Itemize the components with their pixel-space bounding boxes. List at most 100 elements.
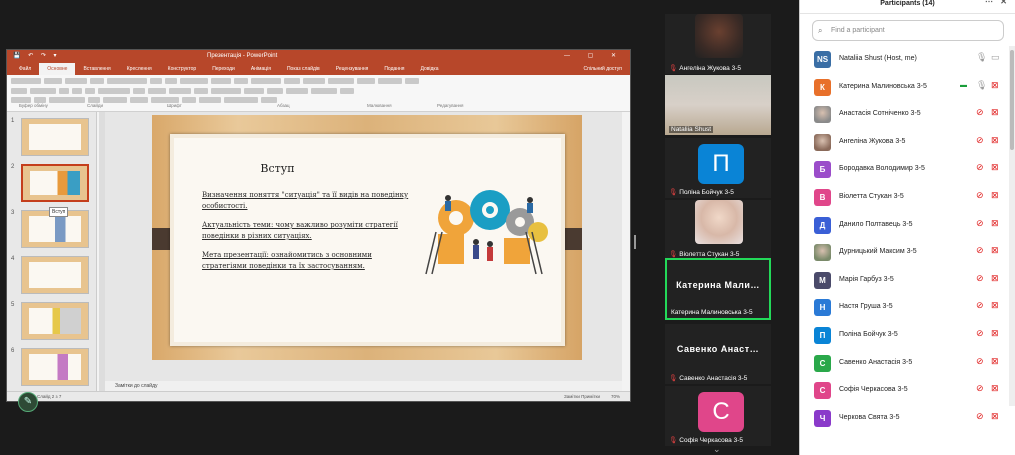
avatar: С <box>814 382 831 400</box>
notes-pane[interactable]: Замітки до слайду <box>105 381 622 391</box>
mic-muted-icon: 🎙 <box>669 251 678 258</box>
quick-access-toolbar[interactable]: 💾 ↶ ↷ ▾ <box>13 50 60 63</box>
mic-muted-icon[interactable]: ⊘ <box>976 411 984 422</box>
mic-muted-icon[interactable]: ⊘ <box>976 356 984 367</box>
mic-icon[interactable]: 🎙 <box>976 52 987 63</box>
more-icon[interactable]: ⋯ <box>985 0 993 6</box>
split-view-drag-handle[interactable] <box>634 235 636 249</box>
participant-row[interactable]: С Софія Черкасова 3-5 ⊘ ⊠ <box>800 377 1008 405</box>
window-controls[interactable]: — ▢ ✕ <box>564 50 624 63</box>
participant-row[interactable]: С Савенко Анастасія 3-5 ⊘ ⊠ <box>800 350 1008 378</box>
participant-name: Данило Полтавець 3-5 <box>839 220 913 228</box>
slide-content-card[interactable]: Вступ Визначення поняття "ситуація" та ї… <box>170 134 565 346</box>
participant-row[interactable]: Б Бородавка Володимир 3-5 ⊘ ⊠ <box>800 156 1008 184</box>
slide-title[interactable]: Вступ <box>174 162 381 175</box>
mic-muted-icon[interactable]: ⊘ <box>976 135 984 146</box>
mic-muted-icon[interactable]: ⊘ <box>976 107 984 118</box>
camera-off-icon[interactable]: ⊠ <box>991 328 999 339</box>
tab-home[interactable]: Основне <box>39 63 76 75</box>
thumbnail-slide-2[interactable]: 2 <box>9 164 95 204</box>
mic-muted-icon[interactable]: ⊘ <box>976 273 984 284</box>
slide-thumbnails-pane[interactable]: 1 2 3 4 5 6 Вступ <box>7 112 97 391</box>
camera-off-icon[interactable]: ⊠ <box>991 245 999 256</box>
participant-row[interactable]: Д Данило Полтавець 3-5 ⊘ ⊠ <box>800 212 1008 240</box>
participant-row[interactable]: К Катерина Малиновська 3-5 ▬ 🎙 ⊠ <box>800 74 1008 102</box>
participant-row[interactable]: Анастасія Сотніченко 3-5 ⊘ ⊠ <box>800 101 1008 129</box>
camera-off-icon[interactable]: ⊠ <box>991 135 999 146</box>
participant-row[interactable]: Ч Черкова Свята 3-5 ⊘ ⊠ <box>800 405 1008 433</box>
mic-muted-icon[interactable]: ⊘ <box>976 300 984 311</box>
tab-animations[interactable]: Анімація <box>243 63 279 75</box>
participant-search-input[interactable]: ⌕ Find a participant <box>812 20 1004 41</box>
mic-muted-icon[interactable]: ⊘ <box>976 245 984 256</box>
participants-scrollbar[interactable] <box>1009 46 1015 406</box>
camera-off-icon[interactable]: ⊠ <box>991 107 999 118</box>
tab-slideshow[interactable]: Показ слайдів <box>279 63 328 75</box>
video-tile[interactable]: Nataliia Shust <box>665 75 771 135</box>
participant-row[interactable]: В Віолетта Стукан 3-5 ⊘ ⊠ <box>800 184 1008 212</box>
zoom-level[interactable]: 70% <box>611 394 620 399</box>
camera-icon[interactable]: ▭ <box>991 52 1000 63</box>
participant-row[interactable]: Н Настя Груша 3-5 ⊘ ⊠ <box>800 294 1008 322</box>
camera-off-icon[interactable]: ⊠ <box>991 190 999 201</box>
thumbnail-slide-6[interactable]: 6 <box>9 348 95 388</box>
video-tile[interactable]: С 🎙 Софія Черкасова 3-5 <box>665 386 771 446</box>
camera-off-icon[interactable]: ⊠ <box>991 80 999 91</box>
camera-off-icon[interactable]: ⊠ <box>991 218 999 229</box>
camera-off-icon[interactable]: ⊠ <box>991 273 999 284</box>
tab-file[interactable]: Файл <box>11 63 39 75</box>
powerpoint-window: 💾 ↶ ↷ ▾ Презентація - PowerPoint — ▢ ✕ Ф… <box>6 49 631 402</box>
mic-muted-icon[interactable]: ⊘ <box>976 328 984 339</box>
mic-muted-icon[interactable]: ⊘ <box>976 190 984 201</box>
camera-off-icon[interactable]: ⊠ <box>991 383 999 394</box>
participant-row[interactable]: Дурницький Максим 3-5 ⊘ ⊠ <box>800 239 1008 267</box>
avatar <box>814 244 831 262</box>
mic-muted-icon: 🎙 <box>669 189 678 196</box>
slide-body-text[interactable]: Визначення поняття "ситуація" та її виді… <box>202 190 412 280</box>
participant-name: Анастасія Сотніченко 3-5 <box>839 110 921 118</box>
mic-muted-icon[interactable]: ⊘ <box>976 218 984 229</box>
participant-row[interactable]: NS Nataliia Shust (Host, me) 🎙 ▭ <box>800 46 1008 74</box>
tab-draw[interactable]: Креслення <box>119 63 160 75</box>
video-tile[interactable]: Савенко Анаст… 🎙 Савенко Анастасія 3-5 <box>665 324 771 384</box>
mic-muted-icon[interactable]: ⊘ <box>976 162 984 173</box>
ribbon-row-1[interactable] <box>11 78 626 86</box>
camera-off-icon[interactable]: ⊠ <box>991 356 999 367</box>
ppt-document-title: Презентація - PowerPoint <box>207 53 278 59</box>
tab-help[interactable]: Довідка <box>413 63 447 75</box>
thumbnail-slide-1[interactable]: 1 <box>9 118 95 158</box>
status-notes-comments[interactable]: Замітки Примітки <box>564 394 600 399</box>
thumbnail-slide-4[interactable]: 4 <box>9 256 95 296</box>
annotate-pen-icon[interactable]: ✎ <box>18 392 38 412</box>
participant-row[interactable]: М Марія Гарбуз 3-5 ⊘ ⊠ <box>800 267 1008 295</box>
close-icon[interactable]: ✕ <box>1000 0 1007 6</box>
chevron-down-icon[interactable]: ⌄ <box>713 444 721 454</box>
share-button[interactable]: Спільний доступ <box>576 63 630 75</box>
mic-muted-icon: 🎙 <box>669 437 678 444</box>
camera-off-icon[interactable]: ⊠ <box>991 300 999 311</box>
tab-design[interactable]: Конструктор <box>160 63 205 75</box>
thumbnail-slide-5[interactable]: 5 <box>9 302 95 342</box>
tab-view[interactable]: Подання <box>376 63 412 75</box>
teamwork-gears-illustration[interactable] <box>418 188 551 276</box>
active-speaker-tile[interactable]: Катерина Мали… Катерина Малиновська 3-5 <box>665 258 771 320</box>
camera-off-icon[interactable]: ⊠ <box>991 411 999 422</box>
avatar: Н <box>814 299 831 317</box>
slide-editor[interactable]: Вступ Визначення поняття "ситуація" та ї… <box>105 112 622 381</box>
screen-share-icon: ▬ <box>960 81 967 89</box>
tab-insert[interactable]: Вставлення <box>75 63 118 75</box>
camera-off-icon[interactable]: ⊠ <box>991 162 999 173</box>
video-tile[interactable]: П 🎙 Поліна Бойчук 3-5 <box>665 138 771 198</box>
slide-paragraph: Визначення поняття "ситуація" та її виді… <box>202 191 409 210</box>
current-slide[interactable]: Вступ Визначення поняття "ситуація" та ї… <box>152 115 582 360</box>
participant-row[interactable]: Ангеліна Жукова 3-5 ⊘ ⊠ <box>800 129 1008 157</box>
mic-muted-icon[interactable]: ⊘ <box>976 383 984 394</box>
mic-icon[interactable]: 🎙 <box>976 80 987 91</box>
video-tile[interactable]: 🎙 Віолетта Стукан 3-5 <box>665 200 771 260</box>
participant-row[interactable]: П Поліна Бойчук 3-5 ⊘ ⊠ <box>800 322 1008 350</box>
video-tile[interactable]: 🎙 Ангеліна Жукова 3-5 <box>665 14 771 74</box>
ppt-status-bar: Слайд 2 з 7 Замітки Примітки 70% <box>7 391 630 401</box>
tab-review[interactable]: Рецензування <box>328 63 377 75</box>
tab-transitions[interactable]: Переходи <box>204 63 243 75</box>
ribbon-row-2[interactable] <box>11 88 626 96</box>
